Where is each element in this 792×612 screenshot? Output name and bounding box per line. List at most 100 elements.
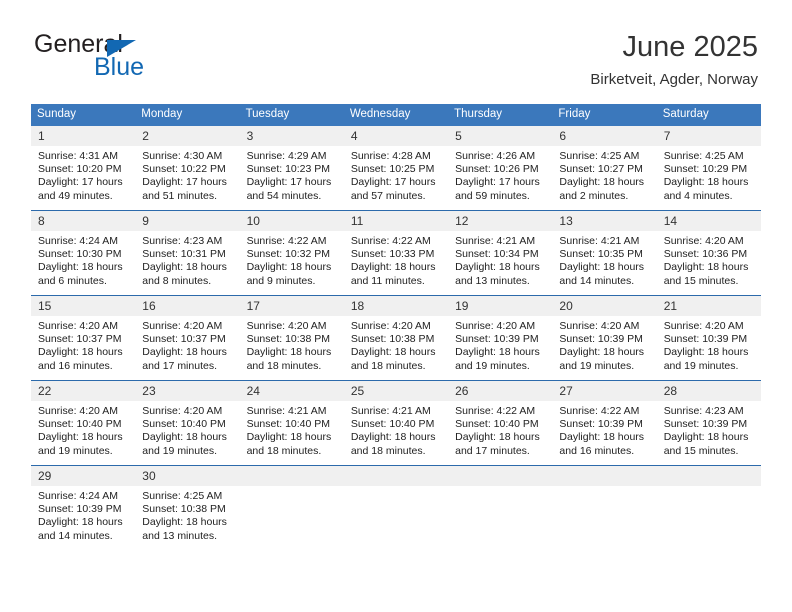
calendar-day-cell[interactable]: 25 Sunrise: 4:21 AM Sunset: 10:40 PM Daylig… — [343, 380, 449, 466]
calendar-day-cell[interactable]: 27 Sunrise: 4:22 AM Sunset: 10:39 PM Daylig… — [552, 380, 657, 466]
daylight-text-line1: Daylight: 18 hours — [455, 261, 540, 274]
weekday-header-monday: Monday — [135, 104, 240, 126]
day-number: 14 — [656, 211, 761, 231]
sunrise-text: Sunrise: 4:22 AM — [246, 235, 327, 247]
calendar-day-cell[interactable]: 13 Sunrise: 4:21 AM Sunset: 10:35 PM Daylig… — [552, 210, 657, 296]
daylight-text-line2: and 19 minutes. — [38, 444, 113, 457]
sunrise-text: Sunrise: 4:23 AM — [663, 405, 744, 417]
day-details: Sunrise: 4:28 AM Sunset: 10:25 PM Daylight… — [344, 146, 448, 203]
calendar-day-cell-empty — [448, 465, 553, 550]
calendar-week-row: 15 Sunrise: 4:20 AM Sunset: 10:37 PM Daylig… — [31, 295, 761, 381]
day-number: 29 — [31, 466, 136, 486]
daylight-text-line2: and 15 minutes. — [663, 274, 739, 287]
day-number — [239, 466, 344, 486]
daylight-text-line2: and 13 minutes. — [455, 274, 530, 287]
sunrise-text: Sunrise: 4:21 AM — [350, 405, 431, 417]
calendar-day-cell[interactable]: 29 Sunrise: 4:24 AM Sunset: 10:39 PM Daylig… — [31, 465, 136, 550]
day-details: Sunrise: 4:20 AM Sunset: 10:38 PM Daylight… — [240, 316, 344, 373]
sunset-text: Sunset: 10:40 PM — [455, 418, 539, 431]
daylight-text-line2: and 14 minutes. — [559, 274, 635, 287]
day-number: 28 — [656, 381, 761, 401]
calendar-day-cell[interactable]: 10 Sunrise: 4:22 AM Sunset: 10:32 PM Daylig… — [239, 210, 344, 296]
sunset-text: Sunset: 10:34 PM — [455, 248, 539, 261]
daylight-text-line2: and 13 minutes. — [142, 529, 217, 542]
calendar-day-cell[interactable]: 3 Sunrise: 4:29 AM Sunset: 10:23 PM Dayligh… — [239, 126, 344, 211]
calendar-day-cell[interactable]: 8 Sunrise: 4:24 AM Sunset: 10:30 PM Dayligh… — [31, 210, 136, 296]
calendar-day-cell-empty — [343, 465, 449, 550]
daylight-text-line1: Daylight: 18 hours — [663, 346, 749, 359]
calendar-day-cell[interactable]: 26 Sunrise: 4:22 AM Sunset: 10:40 PM Daylig… — [448, 380, 553, 466]
calendar-day-cell[interactable]: 20 Sunrise: 4:20 AM Sunset: 10:39 PM Daylig… — [552, 295, 657, 381]
daylight-text-line1: Daylight: 18 hours — [559, 431, 645, 444]
general-blue-logo[interactable]: General Blue — [34, 30, 214, 88]
sunrise-text: Sunrise: 4:29 AM — [246, 150, 327, 162]
calendar-day-cell[interactable]: 22 Sunrise: 4:20 AM Sunset: 10:40 PM Daylig… — [31, 380, 136, 466]
calendar-day-cell[interactable]: 18 Sunrise: 4:20 AM Sunset: 10:38 PM Daylig… — [343, 295, 449, 381]
calendar-day-cell[interactable]: 11 Sunrise: 4:22 AM Sunset: 10:33 PM Daylig… — [343, 210, 449, 296]
sunset-text: Sunset: 10:31 PM — [142, 248, 226, 261]
sunrise-text: Sunrise: 4:20 AM — [350, 320, 431, 332]
calendar-day-cell[interactable]: 23 Sunrise: 4:20 AM Sunset: 10:40 PM Daylig… — [135, 380, 240, 466]
daylight-text-line2: and 9 minutes. — [246, 274, 316, 287]
calendar-day-cell[interactable]: 30 Sunrise: 4:25 AM Sunset: 10:38 PM Daylig… — [135, 465, 240, 550]
weekday-header-wednesday: Wednesday — [343, 104, 449, 126]
calendar-day-cell[interactable]: 6 Sunrise: 4:25 AM Sunset: 10:27 PM Dayligh… — [552, 126, 657, 211]
day-number — [552, 466, 657, 486]
day-details: Sunrise: 4:25 AM Sunset: 10:29 PM Daylight… — [657, 146, 761, 203]
sunrise-text: Sunrise: 4:21 AM — [246, 405, 327, 417]
day-number — [656, 466, 761, 486]
calendar-day-cell[interactable]: 7 Sunrise: 4:25 AM Sunset: 10:29 PM Dayligh… — [656, 126, 761, 211]
day-details: Sunrise: 4:23 AM Sunset: 10:31 PM Daylight… — [135, 231, 239, 288]
calendar-day-cell[interactable]: 16 Sunrise: 4:20 AM Sunset: 10:37 PM Daylig… — [135, 295, 240, 381]
day-details: Sunrise: 4:21 AM Sunset: 10:40 PM Daylight… — [240, 401, 344, 458]
day-details: Sunrise: 4:20 AM Sunset: 10:39 PM Daylight… — [657, 316, 761, 373]
sunset-text: Sunset: 10:40 PM — [142, 418, 226, 431]
daylight-text-line1: Daylight: 18 hours — [663, 176, 749, 189]
day-details: Sunrise: 4:20 AM Sunset: 10:36 PM Daylight… — [657, 231, 761, 288]
day-number: 12 — [448, 211, 553, 231]
day-number: 9 — [135, 211, 240, 231]
daylight-text-line1: Daylight: 18 hours — [142, 346, 227, 359]
sunrise-text: Sunrise: 4:26 AM — [455, 150, 536, 162]
calendar-day-cell[interactable]: 17 Sunrise: 4:20 AM Sunset: 10:38 PM Daylig… — [239, 295, 344, 381]
sunset-text: Sunset: 10:39 PM — [38, 503, 122, 516]
sunset-text: Sunset: 10:33 PM — [350, 248, 435, 261]
calendar-day-cell[interactable]: 9 Sunrise: 4:23 AM Sunset: 10:31 PM Dayligh… — [135, 210, 240, 296]
sunset-text: Sunset: 10:26 PM — [455, 163, 539, 176]
sunset-text: Sunset: 10:38 PM — [246, 333, 331, 346]
daylight-text-line2: and 19 minutes. — [455, 359, 530, 372]
daylight-text-line1: Daylight: 18 hours — [559, 346, 645, 359]
calendar-day-cell[interactable]: 1 Sunrise: 4:31 AM Sunset: 10:20 PM Dayligh… — [31, 126, 136, 211]
daylight-text-line1: Daylight: 18 hours — [142, 516, 227, 529]
daylight-text-line2: and 17 minutes. — [142, 359, 217, 372]
calendar-day-cell[interactable]: 5 Sunrise: 4:26 AM Sunset: 10:26 PM Dayligh… — [448, 126, 553, 211]
sunset-text: Sunset: 10:32 PM — [246, 248, 331, 261]
day-details: Sunrise: 4:24 AM Sunset: 10:39 PM Daylight… — [31, 486, 135, 543]
day-number: 26 — [448, 381, 553, 401]
day-number: 19 — [448, 296, 553, 316]
day-details: Sunrise: 4:20 AM Sunset: 10:40 PM Daylight… — [31, 401, 135, 458]
calendar-day-cell[interactable]: 15 Sunrise: 4:20 AM Sunset: 10:37 PM Daylig… — [31, 295, 136, 381]
daylight-text-line1: Daylight: 18 hours — [38, 346, 123, 359]
weekday-header-saturday: Saturday — [656, 104, 761, 126]
calendar-grid: Sunday Monday Tuesday Wednesday Thursday… — [31, 104, 761, 550]
daylight-text-line2: and 19 minutes. — [663, 359, 739, 372]
calendar-day-cell[interactable]: 28 Sunrise: 4:23 AM Sunset: 10:39 PM Daylig… — [656, 380, 761, 466]
day-number: 17 — [239, 296, 344, 316]
calendar-day-cell[interactable]: 2 Sunrise: 4:30 AM Sunset: 10:22 PM Dayligh… — [135, 126, 240, 211]
day-details — [552, 486, 656, 490]
day-details: Sunrise: 4:20 AM Sunset: 10:37 PM Daylight… — [31, 316, 135, 373]
day-number: 4 — [343, 126, 449, 146]
calendar-day-cell[interactable]: 12 Sunrise: 4:21 AM Sunset: 10:34 PM Daylig… — [448, 210, 553, 296]
day-details: Sunrise: 4:21 AM Sunset: 10:40 PM Daylight… — [344, 401, 448, 458]
sunset-text: Sunset: 10:35 PM — [559, 248, 643, 261]
calendar-day-cell[interactable]: 24 Sunrise: 4:21 AM Sunset: 10:40 PM Daylig… — [239, 380, 344, 466]
sunrise-text: Sunrise: 4:25 AM — [559, 150, 640, 162]
calendar-day-cell[interactable]: 21 Sunrise: 4:20 AM Sunset: 10:39 PM Daylig… — [656, 295, 761, 381]
calendar-day-cell[interactable]: 19 Sunrise: 4:20 AM Sunset: 10:39 PM Daylig… — [448, 295, 553, 381]
sunset-text: Sunset: 10:23 PM — [246, 163, 331, 176]
calendar-day-cell[interactable]: 14 Sunrise: 4:20 AM Sunset: 10:36 PM Daylig… — [656, 210, 761, 296]
day-number: 27 — [552, 381, 657, 401]
calendar-day-cell[interactable]: 4 Sunrise: 4:28 AM Sunset: 10:25 PM Dayligh… — [343, 126, 449, 211]
daylight-text-line1: Daylight: 18 hours — [350, 346, 436, 359]
